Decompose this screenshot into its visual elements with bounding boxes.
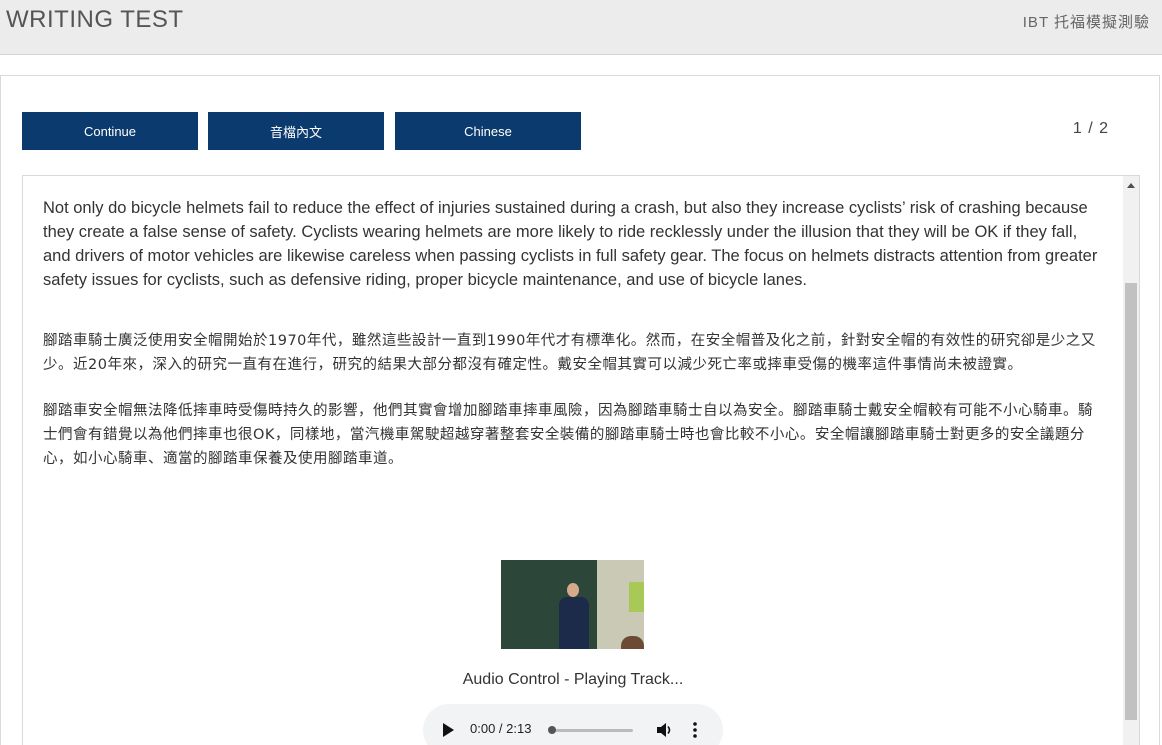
continue-button[interactable]: Continue [22, 112, 198, 150]
main-panel: Continue 音檔內文 Chinese 1 / 2 Not only do … [0, 75, 1160, 745]
chinese-paragraph-1: 腳踏車騎士廣泛使用安全帽開始於1970年代，雖然這些設計一直到1990年代才有標… [43, 333, 1096, 373]
reading-content-box[interactable]: Not only do bicycle helmets fail to redu… [22, 175, 1140, 745]
video-chair [621, 636, 644, 649]
more-vertical-icon[interactable] [693, 721, 697, 739]
audio-player[interactable]: 0:00 / 2:13 [423, 704, 723, 745]
video-speaker-head [567, 583, 579, 597]
english-paragraph: Not only do bicycle helmets fail to redu… [43, 199, 1098, 289]
scrollbar-thumb[interactable] [1125, 283, 1137, 720]
play-icon[interactable] [443, 723, 454, 737]
chinese-paragraph-2: 腳踏車安全帽無法降低摔車時受傷時持久的影響，他們其實會增加腳踏車摔車風險，因為腳… [43, 403, 1093, 467]
video-green-panel [629, 582, 644, 612]
audio-status-label: Audio Control - Playing Track... [462, 671, 684, 688]
page-indicator: 1 / 2 [1072, 120, 1109, 137]
audio-time: 0:00 / 2:13 [470, 721, 532, 736]
volume-icon[interactable] [656, 721, 672, 739]
content-scrollbar[interactable] [1123, 176, 1139, 745]
app-header: WRITING TEST IBT 托福模擬測驗 [0, 0, 1162, 55]
transcript-button[interactable]: 音檔內文 [208, 112, 384, 150]
reading-content: Not only do bicycle helmets fail to redu… [43, 196, 1105, 471]
app-subtitle: IBT 托福模擬測驗 [1022, 14, 1150, 31]
video-speaker-body [559, 597, 589, 649]
audio-seek-bar[interactable] [551, 729, 633, 732]
lecture-video[interactable] [501, 560, 644, 649]
chinese-button[interactable]: Chinese [395, 112, 581, 150]
chevron-up-icon[interactable] [1127, 183, 1135, 188]
audio-seek-knob[interactable] [548, 726, 556, 734]
page-title: WRITING TEST [6, 6, 184, 33]
